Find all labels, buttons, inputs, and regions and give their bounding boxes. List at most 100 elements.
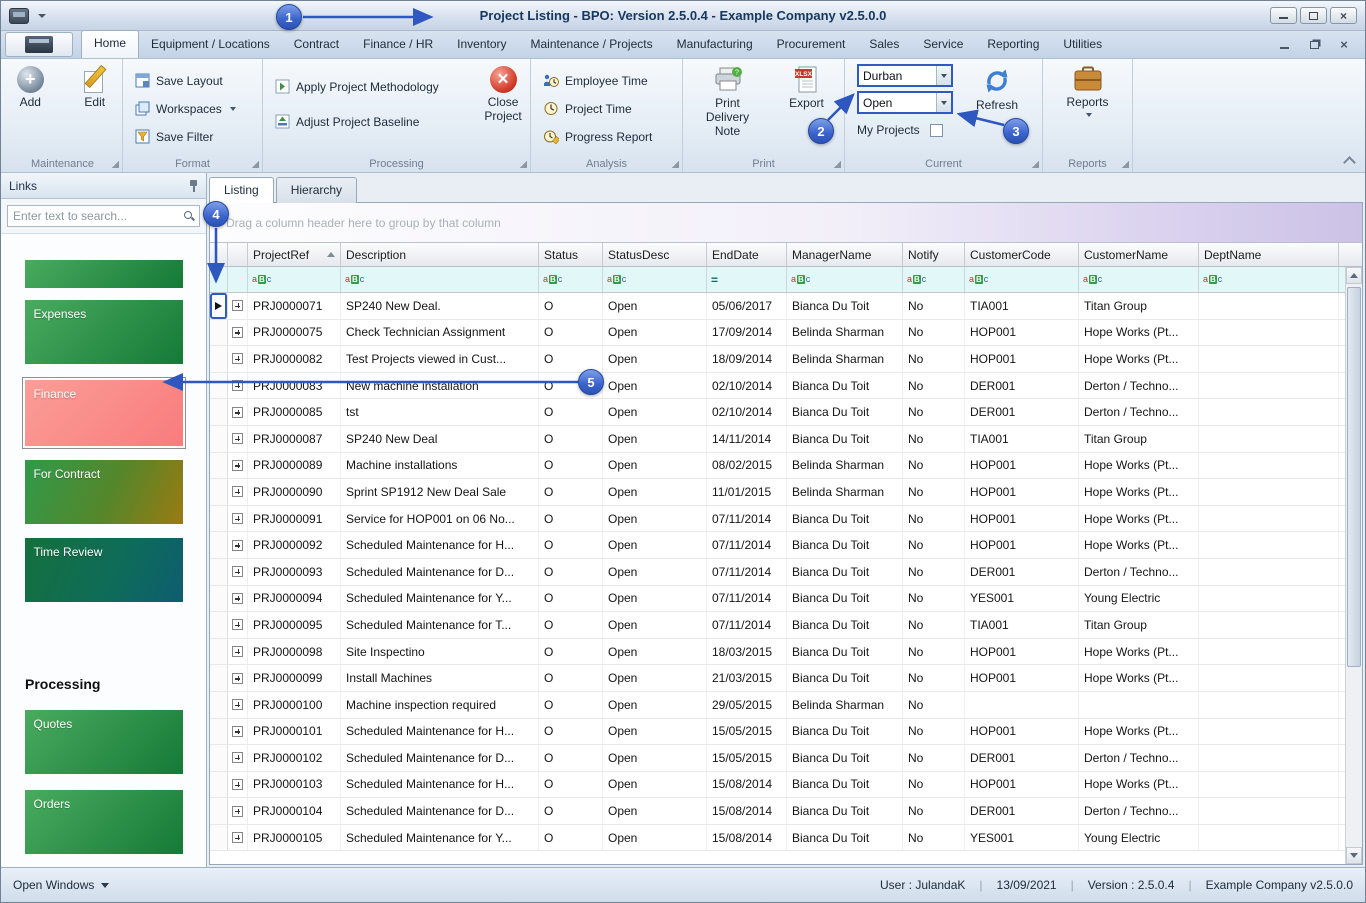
column-header-notify[interactable]: Notify <box>903 243 965 266</box>
table-row[interactable]: PRJ0000075Check Technician AssignmentOOp… <box>210 320 1345 347</box>
row-expand-button[interactable] <box>228 559 248 585</box>
sidebar-block-unlabeled[interactable] <box>25 260 183 288</box>
filter-cell-managername[interactable]: aBc <box>787 267 903 292</box>
dropdown-arrow-icon[interactable] <box>936 93 951 112</box>
column-header-projectref[interactable]: ProjectRef <box>248 243 341 266</box>
row-expand-button[interactable] <box>228 479 248 505</box>
ribbon-tab-sales[interactable]: Sales <box>857 32 911 58</box>
row-expand-button[interactable] <box>228 772 248 798</box>
table-row[interactable]: PRJ0000095Scheduled Maintenance for T...… <box>210 612 1345 639</box>
pin-icon[interactable] <box>189 180 198 192</box>
ribbon-tab-procurement[interactable]: Procurement <box>765 32 858 58</box>
row-expand-button[interactable] <box>228 745 248 771</box>
row-expand-button[interactable] <box>228 692 248 718</box>
scrollbar-thumb[interactable] <box>1347 287 1361 667</box>
row-expand-button[interactable] <box>228 373 248 399</box>
scroll-up-button[interactable] <box>1346 267 1362 284</box>
table-row[interactable]: PRJ0000100Machine inspection requiredOOp… <box>210 692 1345 719</box>
save-filter-button[interactable]: Save Filter <box>135 126 262 147</box>
search-icon[interactable] <box>183 210 195 222</box>
table-row[interactable]: PRJ0000092Scheduled Maintenance for H...… <box>210 532 1345 559</box>
dialog-launcher-icon[interactable] <box>1031 160 1039 168</box>
column-header-enddate[interactable]: EndDate <box>707 243 787 266</box>
minimize-button[interactable] <box>1270 7 1297 24</box>
ribbon-minimize-button[interactable] <box>1277 39 1291 51</box>
column-header-customercode[interactable]: CustomerCode <box>965 243 1079 266</box>
export-button[interactable]: XLSX Export <box>779 64 835 138</box>
my-projects-option[interactable]: My Projects <box>857 123 953 137</box>
ribbon-tab-reporting[interactable]: Reporting <box>975 32 1051 58</box>
table-row[interactable]: PRJ0000104Scheduled Maintenance for D...… <box>210 798 1345 825</box>
sidebar-block-quotes[interactable]: Quotes <box>25 710 183 774</box>
column-header-statusdesc[interactable]: StatusDesc <box>603 243 707 266</box>
ribbon-tab-utilities[interactable]: Utilities <box>1051 32 1114 58</box>
table-row[interactable]: PRJ0000091Service for HOP001 on 06 No...… <box>210 506 1345 533</box>
ribbon-tab-inventory[interactable]: Inventory <box>445 32 518 58</box>
table-row[interactable]: PRJ0000101Scheduled Maintenance for H...… <box>210 719 1345 746</box>
ribbon-collapse-icon[interactable] <box>1344 156 1355 164</box>
table-row[interactable]: PRJ0000090Sprint SP1912 New Deal SaleOOp… <box>210 479 1345 506</box>
dropdown-arrow-icon[interactable] <box>936 66 951 85</box>
add-button[interactable]: Add <box>3 64 58 110</box>
table-row[interactable]: PRJ0000094Scheduled Maintenance for Y...… <box>210 586 1345 613</box>
table-row[interactable]: PRJ0000105Scheduled Maintenance for Y...… <box>210 825 1345 852</box>
site-selector[interactable]: Durban <box>857 64 953 87</box>
vertical-scrollbar[interactable] <box>1345 267 1362 864</box>
row-expand-button[interactable] <box>228 320 248 346</box>
row-expand-button[interactable] <box>228 506 248 532</box>
close-button[interactable]: × <box>1330 7 1357 24</box>
close-project-button[interactable]: Close Project <box>476 64 530 132</box>
filter-cell-deptname[interactable]: aBc <box>1199 267 1339 292</box>
ribbon-tab-finance-hr[interactable]: Finance / HR <box>351 32 445 58</box>
filter-cell-customername[interactable]: aBc <box>1079 267 1199 292</box>
dialog-launcher-icon[interactable] <box>1121 160 1129 168</box>
refresh-button[interactable]: Refresh <box>969 64 1025 137</box>
table-row[interactable]: PRJ0000103Scheduled Maintenance for H...… <box>210 772 1345 799</box>
adjust-project-baseline-button[interactable]: Adjust Project Baseline <box>275 111 470 132</box>
ribbon-tab-service[interactable]: Service <box>911 32 975 58</box>
filter-cell-notify[interactable]: aBc <box>903 267 965 292</box>
dialog-launcher-icon[interactable] <box>519 160 527 168</box>
search-input[interactable] <box>8 209 183 223</box>
row-expand-button[interactable] <box>228 399 248 425</box>
maximize-button[interactable] <box>1300 7 1327 24</box>
filter-cell-statusdesc[interactable]: aBc <box>603 267 707 292</box>
table-row[interactable]: PRJ0000085tstOOpen02/10/2014Bianca Du To… <box>210 399 1345 426</box>
ribbon-tab-home[interactable]: Home <box>81 30 139 58</box>
column-header-description[interactable]: Description <box>341 243 539 266</box>
table-row[interactable]: PRJ0000099Install MachinesOOpen21/03/201… <box>210 665 1345 692</box>
table-row[interactable]: PRJ0000087SP240 New DealOOpen14/11/2014B… <box>210 426 1345 453</box>
row-expand-button[interactable] <box>228 453 248 479</box>
tab-listing[interactable]: Listing <box>209 177 274 203</box>
row-expand-button[interactable] <box>228 719 248 745</box>
sidebar-block-orders[interactable]: Orders <box>25 790 183 854</box>
application-menu-button[interactable] <box>5 32 73 57</box>
table-row[interactable]: PRJ0000102Scheduled Maintenance for D...… <box>210 745 1345 772</box>
column-header-customername[interactable]: CustomerName <box>1079 243 1199 266</box>
dialog-launcher-icon[interactable] <box>251 160 259 168</box>
row-expand-button[interactable] <box>228 612 248 638</box>
column-header-status[interactable]: Status <box>539 243 603 266</box>
row-expand-button[interactable] <box>228 639 248 665</box>
quick-access-caret-icon[interactable] <box>38 14 46 18</box>
table-row[interactable]: PRJ0000098Site InspectinoOOpen18/03/2015… <box>210 639 1345 666</box>
row-expand-button[interactable] <box>228 798 248 824</box>
workspaces-button[interactable]: Workspaces <box>135 98 262 119</box>
table-row[interactable]: PRJ0000089Machine installationsOOpen08/0… <box>210 453 1345 480</box>
save-layout-button[interactable]: Save Layout <box>135 70 262 91</box>
filter-cell-description[interactable]: aBc <box>341 267 539 292</box>
scroll-down-button[interactable] <box>1346 847 1362 864</box>
ribbon-tab-maintenance-projects[interactable]: Maintenance / Projects <box>519 32 665 58</box>
row-expand-button[interactable] <box>228 293 248 319</box>
open-windows-button[interactable]: Open Windows <box>13 878 109 892</box>
reports-button[interactable]: Reports <box>1060 64 1116 117</box>
sidebar-block-finance[interactable]: Finance <box>25 380 183 446</box>
row-expand-button[interactable] <box>228 346 248 372</box>
ribbon-restore-button[interactable] <box>1307 39 1321 51</box>
ribbon-tab-manufacturing[interactable]: Manufacturing <box>665 32 765 58</box>
row-expand-button[interactable] <box>228 665 248 691</box>
filter-cell-enddate[interactable]: = <box>707 267 787 292</box>
dialog-launcher-icon[interactable] <box>111 160 119 168</box>
sidebar-block-expenses[interactable]: Expenses <box>25 300 183 364</box>
progress-report-button[interactable]: Progress Report <box>543 126 682 147</box>
